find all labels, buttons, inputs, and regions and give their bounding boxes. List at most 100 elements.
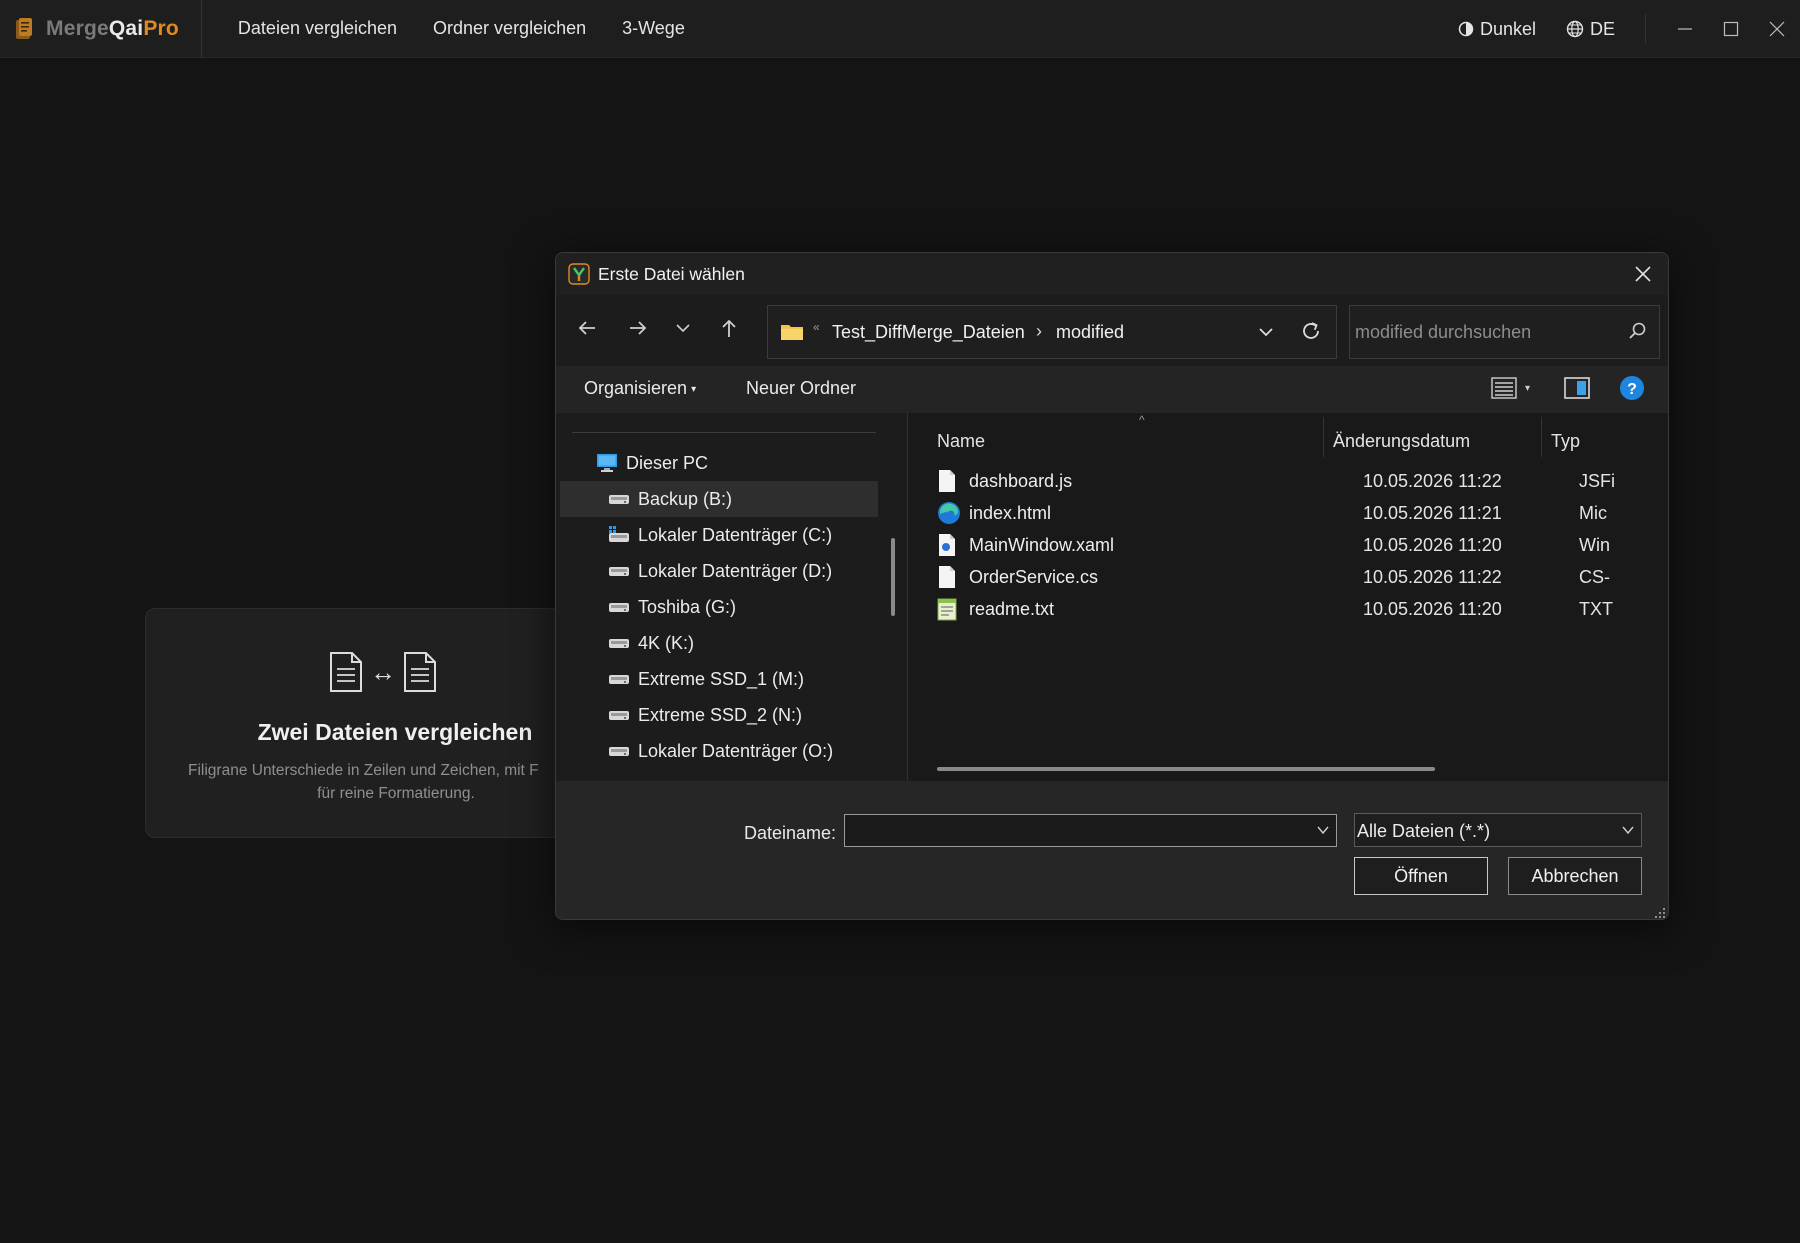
document-icon — [330, 652, 362, 692]
folder-icon — [781, 325, 803, 340]
tree-item-drive-k[interactable]: 4K (K:) — [560, 625, 878, 661]
file-name: index.html — [969, 503, 1052, 523]
breadcrumb-separator-icon[interactable]: › — [1036, 321, 1042, 342]
close-icon — [1769, 21, 1785, 37]
breadcrumb-segment[interactable]: Test_DiffMerge_Dateien — [832, 322, 1025, 343]
file-row[interactable]: index.html 10.05.2026 11:21 Mic — [937, 497, 1657, 529]
help-icon[interactable]: ? — [1619, 375, 1645, 401]
theme-label: Dunkel — [1479, 18, 1536, 39]
resize-grip-icon[interactable] — [1652, 905, 1666, 919]
tree-item-drive-d[interactable]: Lokaler Datenträger (D:) — [560, 553, 878, 589]
file-date: 10.05.2026 11:22 — [1363, 567, 1502, 587]
tree-item-label: Lokaler Datenträger (O:) — [638, 740, 834, 761]
svg-text:?: ? — [1627, 381, 1637, 398]
nav-compare-folders[interactable]: Ordner vergleichen — [415, 18, 604, 39]
brand: MergeQaiPro — [0, 0, 202, 58]
nav-three-way[interactable]: 3-Wege — [604, 18, 703, 39]
tree-item-label: Lokaler Datenträger (D:) — [638, 560, 833, 581]
chevron-down-icon — [676, 324, 690, 333]
drive-icon — [609, 747, 629, 756]
dialog-toolbar: Organisieren ▾ Neuer Ordner ▾ ? — [556, 366, 1668, 413]
organize-menu-button[interactable]: Organisieren ▾ — [584, 378, 696, 399]
tree-item-this-pc[interactable]: Dieser PC — [560, 445, 878, 481]
cancel-button[interactable]: Abbrechen — [1508, 857, 1642, 895]
column-header-type[interactable]: Typ — [1551, 431, 1580, 452]
column-divider[interactable] — [1541, 417, 1542, 457]
close-window-button[interactable] — [1754, 0, 1800, 58]
document-icon — [404, 652, 436, 692]
filename-input[interactable] — [845, 815, 1305, 846]
arrow-right-icon — [630, 321, 647, 335]
file-type-filter[interactable]: Alle Dateien (*.*) — [1354, 813, 1642, 847]
dialog-navigation-bar: « Test_DiffMerge_Dateien › modified — [556, 295, 1668, 361]
caret-down-icon: ▾ — [691, 383, 697, 395]
search-box[interactable] — [1349, 305, 1660, 359]
minimize-button[interactable] — [1662, 0, 1708, 58]
tree-item-drive-g[interactable]: Toshiba (G:) — [560, 589, 878, 625]
file-date: 10.05.2026 11:20 — [1363, 599, 1502, 619]
tree-item-drive-m[interactable]: Extreme SSD_1 (M:) — [560, 661, 878, 697]
caret-down-icon: ▾ — [1525, 382, 1531, 394]
dialog-footer: Dateiname: Alle Dateien (*.*) Öffnen Abb… — [556, 781, 1668, 919]
file-open-dialog: Erste Datei wählen « Test_DiffMerge_Date… — [555, 252, 1669, 920]
file-row[interactable]: OrderService.cs 10.05.2026 11:22 CS- — [937, 561, 1657, 593]
horizontal-scrollbar-thumb[interactable] — [937, 767, 1435, 771]
brand-name: MergeQaiPro — [46, 16, 179, 40]
file-row[interactable]: dashboard.js 10.05.2026 11:22 JSFi — [937, 465, 1657, 497]
column-header-name[interactable]: Name — [937, 431, 985, 452]
file-type: JSFi — [1579, 471, 1615, 491]
chevron-down-icon[interactable] — [1316, 823, 1330, 837]
file-date: 10.05.2026 11:20 — [1363, 535, 1502, 555]
navigation-pane: Dieser PC Backup (B:) Lokaler Datenträge… — [556, 413, 908, 781]
language-label: DE — [1589, 18, 1615, 39]
breadcrumb-overflow-icon[interactable]: « — [813, 320, 820, 334]
file-row[interactable]: readme.txt 10.05.2026 11:20 TXT — [937, 593, 1657, 625]
drive-icon — [609, 639, 629, 648]
tree-item-drive-o[interactable]: Lokaler Datenträger (O:) — [560, 733, 878, 769]
app-titlebar: MergeQaiPro Dateien vergleichen Ordner v… — [0, 0, 1800, 58]
dialog-title: Erste Datei wählen — [598, 264, 745, 284]
forward-button[interactable] — [623, 313, 653, 343]
drive-icon — [609, 711, 629, 720]
recent-locations-button[interactable] — [668, 313, 698, 343]
back-button[interactable] — [572, 313, 602, 343]
tree-item-drive-c[interactable]: Lokaler Datenträger (C:) — [560, 517, 878, 553]
new-folder-button[interactable]: Neuer Ordner — [746, 378, 856, 399]
dialog-app-icon — [568, 263, 590, 285]
details-view-icon — [1491, 377, 1517, 399]
search-input[interactable] — [1355, 318, 1615, 346]
column-divider[interactable] — [1323, 417, 1324, 457]
card-illustration: ↔ — [328, 651, 438, 693]
open-button[interactable]: Öffnen — [1354, 857, 1488, 895]
breadcrumb-segment[interactable]: modified — [1056, 322, 1124, 343]
tree-item-drive-b[interactable]: Backup (B:) — [560, 481, 878, 517]
tree-item-drive-n[interactable]: Extreme SSD_2 (N:) — [560, 697, 878, 733]
language-toggle[interactable]: DE — [1566, 19, 1615, 40]
tree-item-label: Extreme SSD_1 (M:) — [638, 668, 805, 689]
maximize-button[interactable] — [1708, 0, 1754, 58]
chevron-down-icon — [1622, 826, 1634, 835]
address-history-chevron-icon[interactable] — [1254, 320, 1278, 344]
organize-label: Organisieren — [584, 378, 688, 398]
address-bar[interactable]: « Test_DiffMerge_Dateien › modified — [767, 305, 1337, 359]
notepad-icon — [937, 598, 957, 621]
nav-compare-files[interactable]: Dateien vergleichen — [220, 18, 415, 39]
tree-item-label: Dieser PC — [626, 452, 709, 473]
drive-icon — [609, 675, 629, 684]
view-options-button[interactable]: ▾ — [1491, 376, 1530, 400]
column-header-date[interactable]: Änderungsdatum — [1333, 431, 1470, 452]
up-button[interactable] — [714, 313, 744, 343]
tree-item-label: Backup (B:) — [638, 488, 733, 509]
tree-item-label: Extreme SSD_2 (N:) — [638, 704, 803, 725]
tree-item-label: Lokaler Datenträger (C:) — [638, 524, 833, 545]
theme-toggle[interactable]: Dunkel — [1458, 19, 1536, 40]
tree-scrollbar-thumb[interactable] — [891, 538, 895, 616]
file-type-filter-value: Alle Dateien (*.*) — [1357, 821, 1491, 841]
refresh-icon[interactable] — [1298, 318, 1324, 344]
preview-pane-icon[interactable] — [1564, 376, 1590, 400]
file-row[interactable]: MainWindow.xaml 10.05.2026 11:20 Win — [937, 529, 1657, 561]
search-icon[interactable] — [1627, 321, 1647, 341]
filename-combobox[interactable] — [844, 814, 1337, 847]
file-type: CS- — [1579, 567, 1610, 587]
dialog-close-icon[interactable] — [1630, 261, 1656, 287]
